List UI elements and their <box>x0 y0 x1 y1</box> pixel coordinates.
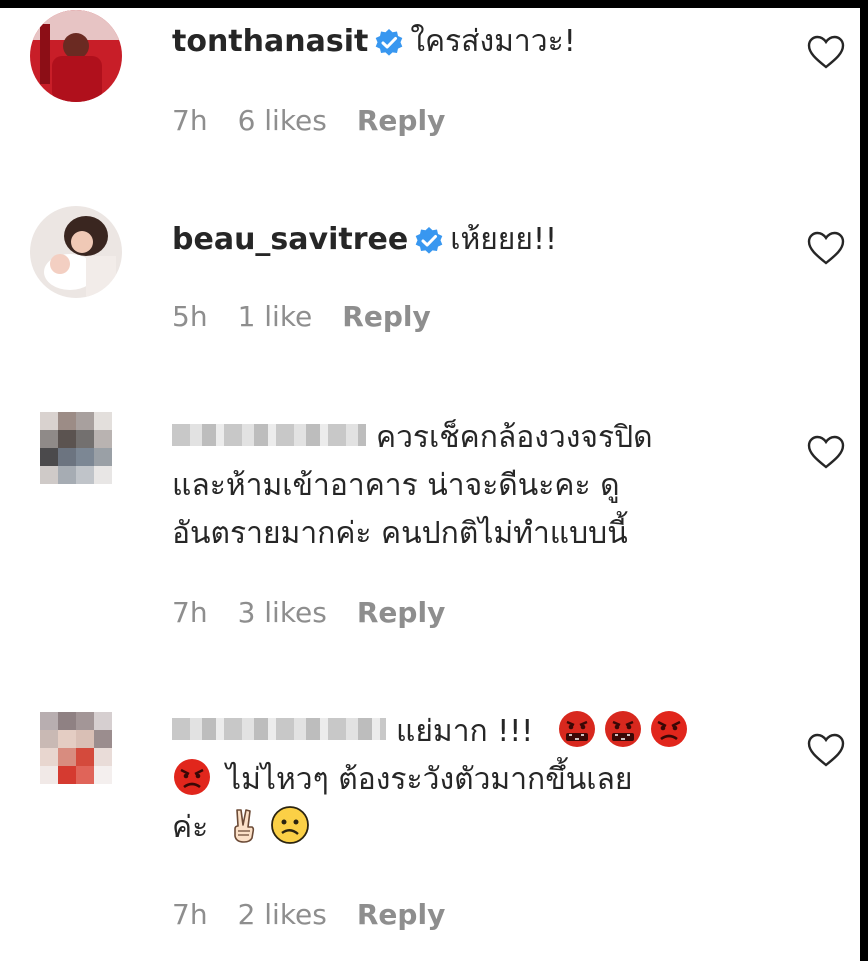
blurred-username[interactable] <box>172 717 386 740</box>
comment-message: เห้ยยย!! <box>450 222 558 257</box>
comment-message-line: ค่ะ <box>172 810 209 845</box>
reply-button[interactable]: Reply <box>357 104 445 137</box>
verified-badge-icon <box>374 25 404 56</box>
username-link[interactable]: tonthanasit <box>172 24 368 59</box>
comment-meta: 5h 1 like Reply <box>172 300 461 333</box>
comment-meta: 7h 6 likes Reply <box>172 104 475 137</box>
avatar[interactable] <box>30 10 122 102</box>
angry-face-icon <box>649 709 689 749</box>
comment-time[interactable]: 7h <box>172 898 208 931</box>
avatar[interactable] <box>30 206 122 298</box>
victory-hand-icon <box>224 805 264 845</box>
verified-badge-icon <box>414 223 444 254</box>
likes-count[interactable]: 3 likes <box>238 596 327 629</box>
heart-icon[interactable] <box>806 230 846 266</box>
comment-meta: 7h 2 likes Reply <box>172 898 475 931</box>
blurred-username[interactable] <box>172 423 366 446</box>
likes-count[interactable]: 6 likes <box>238 104 327 137</box>
comment-meta: 7h 3 likes Reply <box>172 596 475 629</box>
likes-count[interactable]: 2 likes <box>238 898 327 931</box>
reply-button[interactable]: Reply <box>342 300 430 333</box>
comment-message-line: ไม่ไหวๆ ต้องระวังตัวมากขึ้นเลย <box>226 762 633 797</box>
comment-time[interactable]: 5h <box>172 300 208 333</box>
comment-message-line: อันตรายมากค่ะ คนปกติไม่ทำแบบนี้ <box>172 516 628 551</box>
heart-icon[interactable] <box>806 434 846 470</box>
comment-text: แย่มาก !!! ไม่ไหวๆ ต้องระวังตัวมากขึ้นเล… <box>172 708 752 852</box>
reply-button[interactable]: Reply <box>357 898 445 931</box>
avatar[interactable] <box>30 702 122 794</box>
cursing-face-icon <box>557 709 597 749</box>
comment-text: beau_savitree เห้ยยย!! <box>172 216 752 264</box>
avatar[interactable] <box>30 402 122 494</box>
comment-message-line: แย่มาก !!! <box>396 714 534 749</box>
angry-face-icon <box>172 757 212 797</box>
cursing-face-icon <box>603 709 643 749</box>
heart-icon[interactable] <box>806 732 846 768</box>
reply-button[interactable]: Reply <box>357 596 445 629</box>
comment-message: ใครส่งมาวะ! <box>410 24 576 59</box>
confused-face-icon <box>270 805 310 845</box>
comment-time[interactable]: 7h <box>172 104 208 137</box>
username-link[interactable]: beau_savitree <box>172 222 408 257</box>
heart-icon[interactable] <box>806 34 846 70</box>
comment-text: tonthanasit ใครส่งมาวะ! <box>172 18 752 66</box>
comment-text: ควรเช็คกล้องวงจรปิด และห้ามเข้าอาคาร น่า… <box>172 414 752 558</box>
likes-count[interactable]: 1 like <box>238 300 313 333</box>
comment-message-line: และห้ามเข้าอาคาร น่าจะดีนะคะ ดู <box>172 468 620 503</box>
comment-message-line: ควรเช็คกล้องวงจรปิด <box>376 420 653 455</box>
comment-time[interactable]: 7h <box>172 596 208 629</box>
comments-panel: tonthanasit ใครส่งมาวะ! 7h 6 likes Reply be… <box>0 8 860 961</box>
